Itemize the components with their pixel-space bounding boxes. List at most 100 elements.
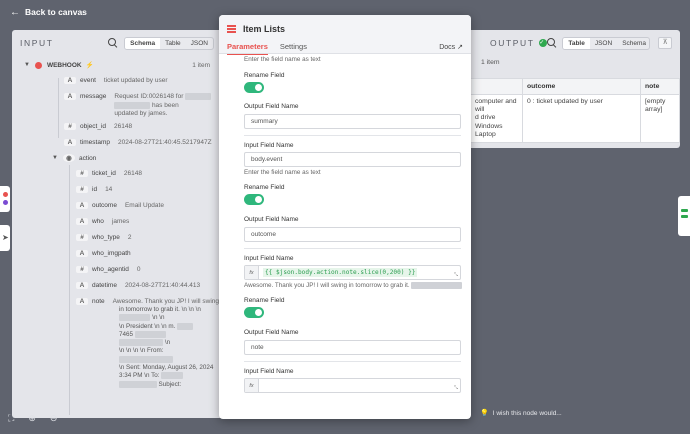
- output-cell-summary[interactable]: computer and will d drive Windows Laptop: [470, 93, 523, 144]
- schema-field-message[interactable]: A message Request ID:0026148 for xxxxxxx…: [64, 93, 212, 119]
- expand-icon[interactable]: ⤡: [454, 385, 458, 391]
- output-tab-json[interactable]: JSON: [590, 38, 617, 49]
- table-row: computer and will d drive Windows Laptop…: [470, 93, 680, 144]
- string-type-icon: A: [64, 139, 76, 146]
- external-link-icon: ↗: [457, 44, 463, 51]
- input-field-name-label: Input Field Name: [244, 368, 294, 375]
- output-tab-table[interactable]: Table: [563, 37, 590, 49]
- string-type-icon: A: [64, 93, 76, 100]
- input-view-switch: Schema Table JSON: [124, 36, 214, 50]
- rename-field-toggle[interactable]: [244, 194, 264, 205]
- input-panel: INPUT Schema Table JSON ▼ WEBHOOK ⚡ 1 it…: [12, 30, 222, 418]
- output-items-count: 1 item: [481, 59, 500, 66]
- pin-icon[interactable]: ⊼: [658, 37, 672, 49]
- input-tab-schema[interactable]: Schema: [125, 37, 161, 49]
- field-hint: Enter the field name as text: [244, 169, 321, 176]
- node-bar-icon: [681, 215, 688, 218]
- rename-field-label: Rename Field: [244, 297, 285, 304]
- canvas-node-left[interactable]: [0, 186, 10, 212]
- object-type-icon: ◉: [62, 154, 75, 162]
- back-to-canvas-label: Back to canvas: [25, 7, 87, 17]
- number-type-icon: #: [76, 170, 88, 177]
- webhook-node-row[interactable]: ▼ WEBHOOK ⚡: [24, 61, 94, 69]
- rename-field-toggle[interactable]: [244, 82, 264, 93]
- arrow-left-icon: ←: [10, 6, 20, 18]
- fx-icon: fx: [245, 266, 259, 279]
- output-panel: OUTPUT ✓ Table JSON Schema ⊼ 1 item outc…: [470, 30, 680, 148]
- expand-icon[interactable]: ⤡: [454, 272, 458, 278]
- schema-field-datetime[interactable]: A datetime 2024-08-27T21:40:44.413: [76, 282, 200, 289]
- input-tab-table[interactable]: Table: [160, 38, 186, 49]
- schema-field-who-type[interactable]: # who_type 2: [76, 234, 131, 241]
- schema-field-action[interactable]: ▼ ◉ action: [52, 154, 104, 162]
- output-field-name-input[interactable]: outcome: [244, 227, 461, 242]
- success-check-icon: ✓: [538, 39, 547, 47]
- expression-input[interactable]: fx ⤡: [244, 378, 461, 393]
- input-field-name-label: Input Field Name: [244, 255, 294, 262]
- tab-parameters[interactable]: Parameters: [227, 42, 268, 55]
- output-field-name-label: Output Field Name: [244, 216, 299, 223]
- bolt-icon: ⚡: [85, 62, 94, 69]
- search-icon[interactable]: [108, 38, 118, 48]
- expression-preview: Awesome. Thank you JP! I will swing in t…: [244, 282, 462, 289]
- tab-settings[interactable]: Settings: [280, 42, 307, 55]
- canvas-node-right[interactable]: [678, 196, 690, 236]
- search-icon[interactable]: [546, 38, 557, 48]
- node-bar-icon: [681, 209, 688, 212]
- wish-feedback-link[interactable]: 💡 I wish this node would...: [480, 409, 562, 418]
- output-field-name-input[interactable]: note: [244, 340, 461, 355]
- canvas-node-left-2[interactable]: ➤: [0, 225, 10, 251]
- input-field-name-input[interactable]: body.event: [244, 152, 461, 167]
- schema-field-timestamp[interactable]: A timestamp 2024-08-27T21:40:45.5217947Z: [64, 139, 212, 146]
- parameters-form: Enter the field name as text Rename Fiel…: [219, 55, 471, 419]
- fx-icon: fx: [245, 379, 259, 392]
- expression-code: {{ $json.body.action.note.slice(0,200) }…: [263, 268, 418, 277]
- schema-field-who-agentid[interactable]: # who_agentid 0: [76, 266, 141, 273]
- number-type-icon: #: [76, 186, 88, 193]
- number-type-icon: #: [76, 266, 88, 273]
- node-dot-icon: [3, 200, 8, 205]
- output-col-outcome: outcome: [522, 78, 641, 95]
- cursor-icon: ➤: [2, 233, 9, 242]
- schema-field-who-imgpath[interactable]: A who_imgpath: [76, 250, 139, 257]
- output-tab-schema[interactable]: Schema: [617, 38, 649, 49]
- rename-field-label: Rename Field: [244, 72, 285, 79]
- expression-input[interactable]: fx {{ $json.body.action.note.slice(0,200…: [244, 265, 461, 280]
- schema-field-who[interactable]: A who james: [76, 218, 129, 225]
- output-col-summary: [470, 78, 523, 95]
- output-cell-outcome[interactable]: 0 : ticket updated by user: [522, 93, 641, 144]
- input-tab-json[interactable]: JSON: [186, 38, 213, 49]
- input-field-name-label: Input Field Name: [244, 142, 294, 149]
- string-type-icon: A: [76, 298, 88, 305]
- rename-field-toggle[interactable]: [244, 307, 264, 318]
- item-lists-modal: Item Lists Parameters Settings Docs ↗ En…: [219, 15, 471, 419]
- output-panel-title: OUTPUT: [490, 38, 535, 48]
- zoom-out-icon[interactable]: ⊖: [50, 413, 58, 424]
- schema-field-id[interactable]: # id 14: [76, 186, 112, 193]
- schema-field-note[interactable]: A note Awesome. Thank you JP! I will swi…: [76, 298, 219, 305]
- schema-field-ticket-id[interactable]: # ticket_id 26148: [76, 170, 142, 177]
- schema-field-object-id[interactable]: # object_id 26148: [64, 123, 132, 130]
- webhook-name: WEBHOOK: [46, 61, 82, 69]
- chevron-down-icon[interactable]: ▼: [52, 155, 58, 161]
- chevron-down-icon[interactable]: ▼: [24, 62, 30, 68]
- fit-view-icon[interactable]: ⛶: [8, 413, 14, 424]
- schema-field-outcome[interactable]: A outcome Email Update: [76, 202, 164, 209]
- node-dot-icon: [3, 192, 8, 197]
- number-type-icon: #: [64, 123, 76, 130]
- output-cell-note[interactable]: [empty array]: [640, 93, 680, 144]
- field-hint: Enter the field name as text: [244, 56, 321, 63]
- input-panel-title: INPUT: [20, 38, 54, 48]
- string-type-icon: A: [76, 250, 88, 257]
- zoom-in-icon[interactable]: ⊕: [28, 413, 36, 424]
- output-field-name-label: Output Field Name: [244, 329, 299, 336]
- string-type-icon: A: [64, 77, 76, 84]
- list-icon: [227, 25, 236, 33]
- webhook-icon: [34, 61, 42, 69]
- canvas-zoom-tools: ⛶ ⊕ ⊖: [8, 413, 71, 424]
- string-type-icon: A: [76, 282, 88, 289]
- docs-link[interactable]: Docs ↗: [439, 43, 463, 51]
- schema-field-event[interactable]: A event ticket updated by user: [64, 77, 168, 84]
- output-field-name-input[interactable]: summary: [244, 114, 461, 129]
- output-field-name-label: Output Field Name: [244, 103, 299, 110]
